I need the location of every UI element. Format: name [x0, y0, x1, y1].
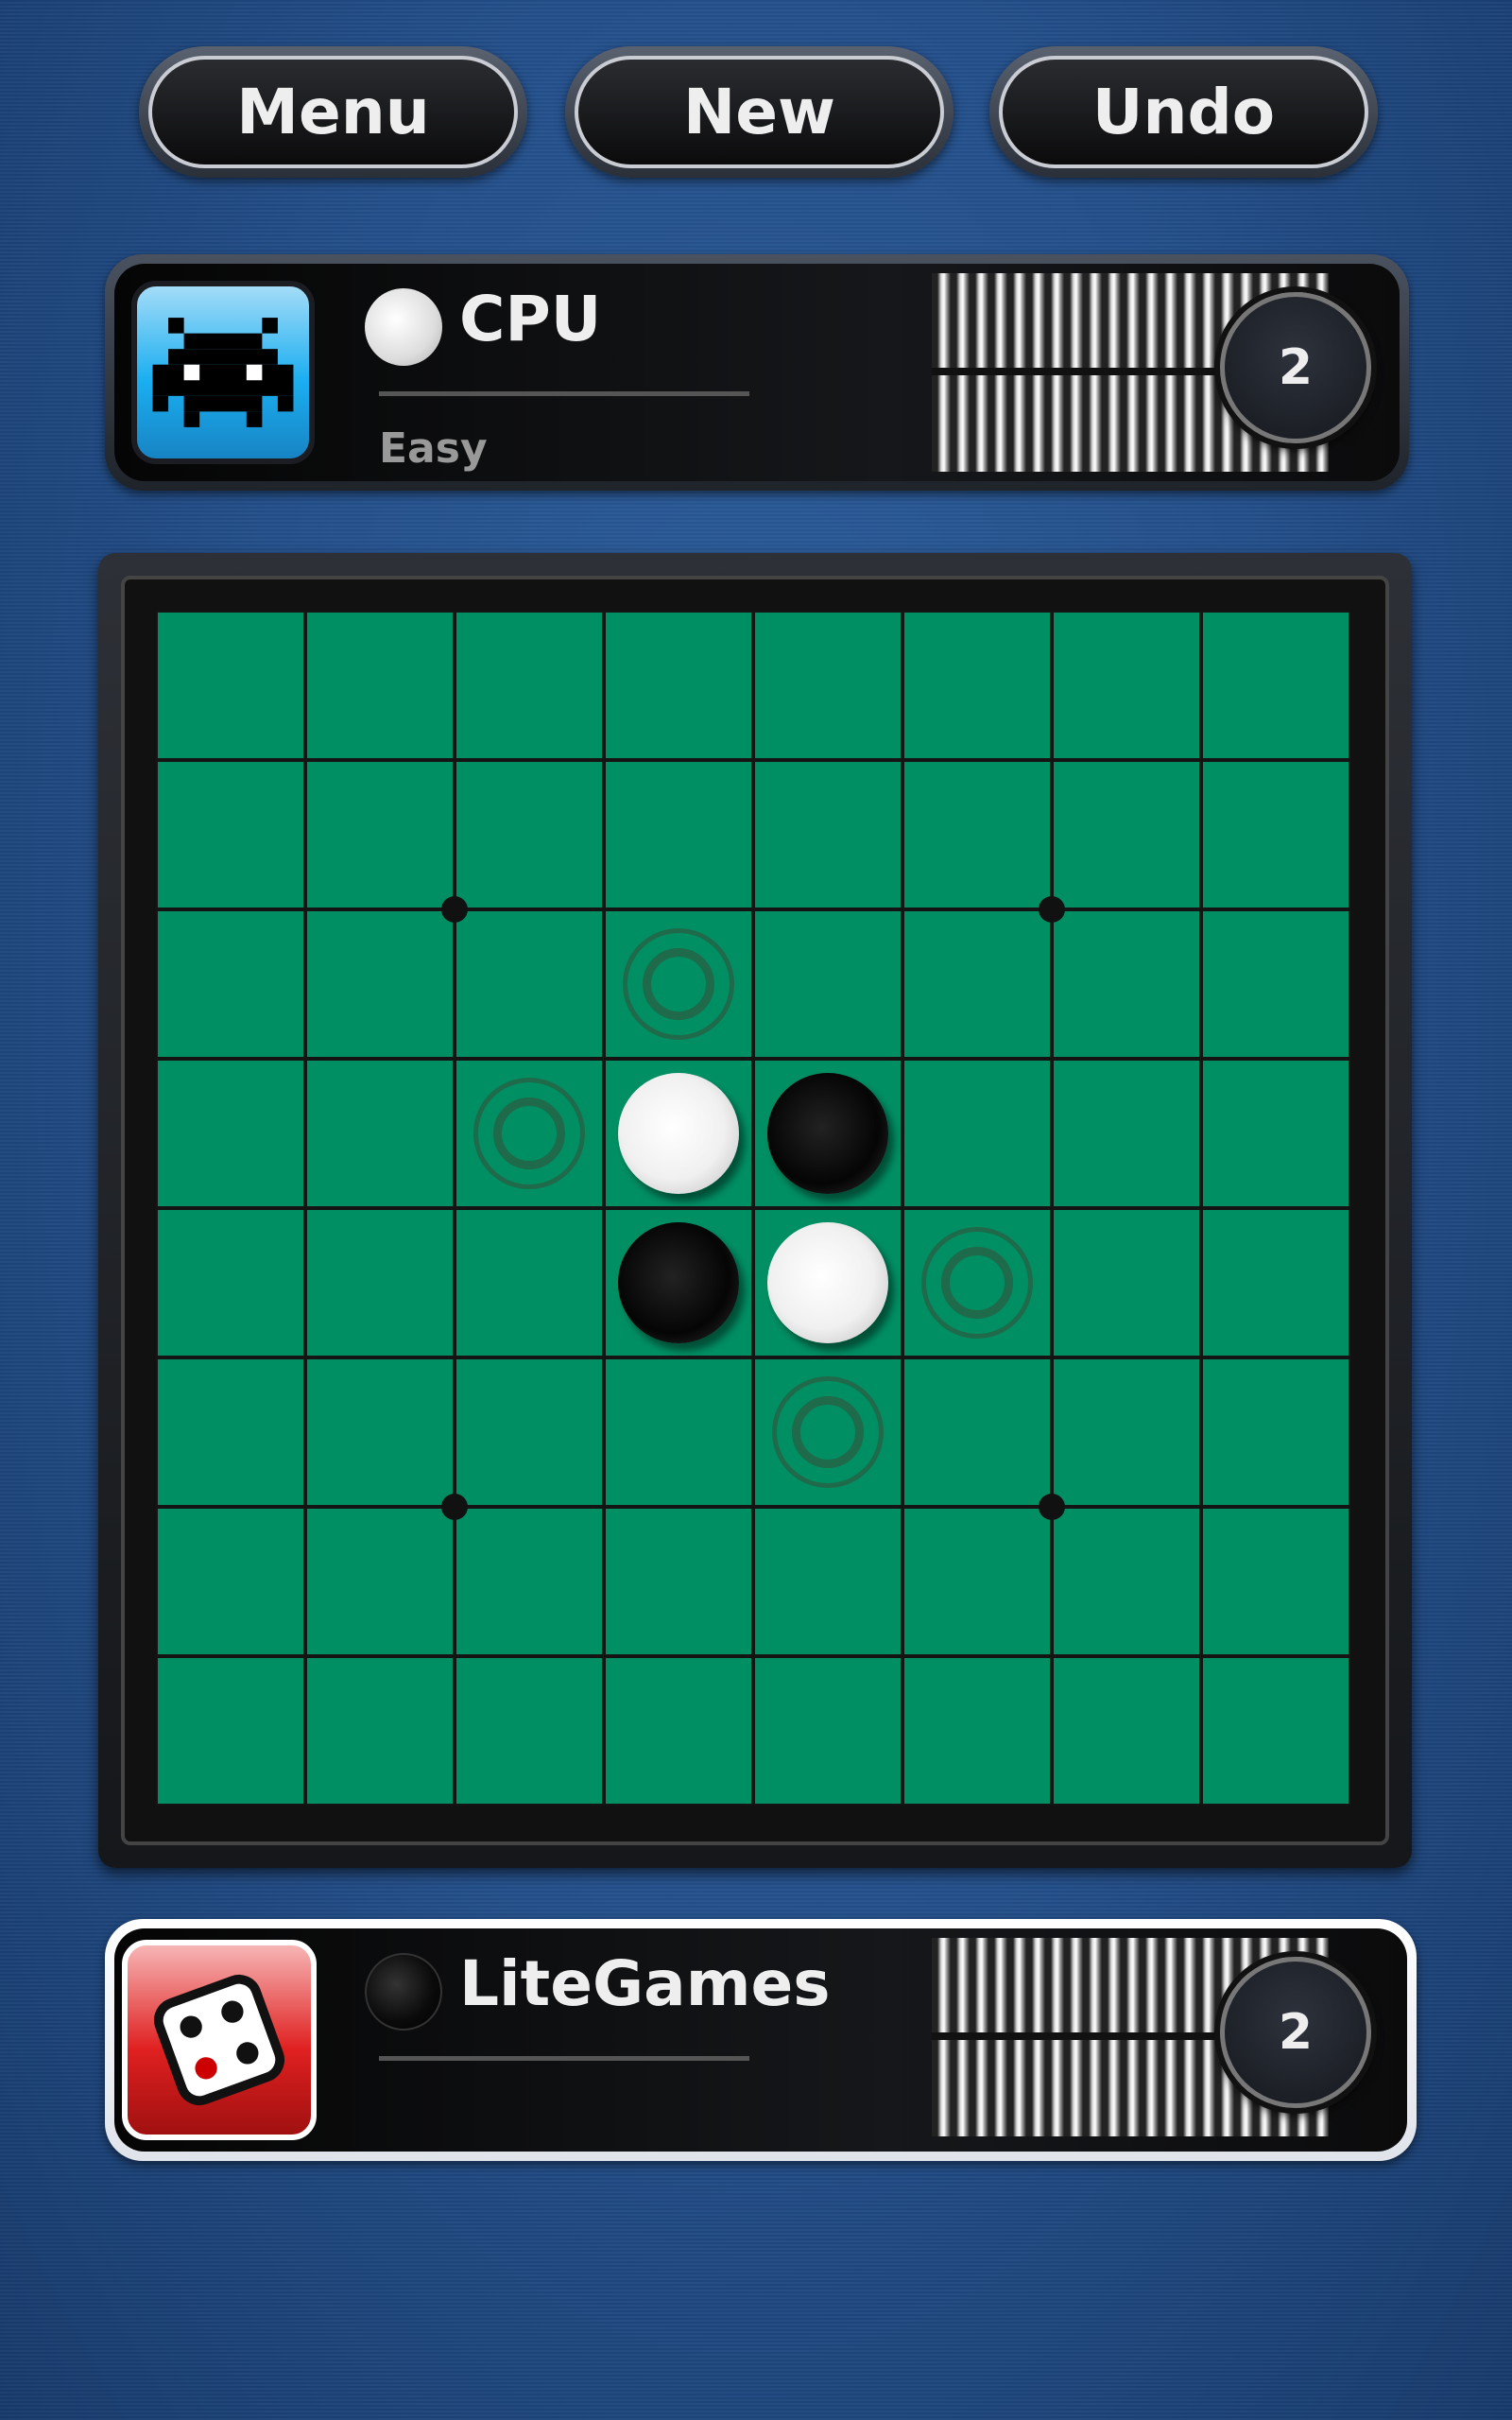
board-cell-7-7[interactable]	[1201, 1656, 1350, 1806]
undo-label: Undo	[999, 56, 1368, 168]
menu-button[interactable]: Menu	[139, 46, 527, 178]
board-grid	[151, 606, 1355, 1810]
board-cell-0-7[interactable]	[1201, 611, 1350, 760]
board-cell-3-6[interactable]	[1052, 1059, 1201, 1208]
menu-label: Menu	[148, 56, 518, 168]
black-piece	[618, 1222, 739, 1343]
board-cell-0-0[interactable]	[156, 611, 305, 760]
board-cell-4-7[interactable]	[1201, 1208, 1350, 1357]
board-cell-3-2[interactable]	[455, 1059, 604, 1208]
board-cell-4-6[interactable]	[1052, 1208, 1201, 1357]
star-point	[1039, 896, 1065, 923]
opponent-panel: CPU Easy 2	[105, 254, 1409, 491]
board-cell-7-6[interactable]	[1052, 1656, 1201, 1806]
board-cell-5-2[interactable]	[455, 1357, 604, 1507]
board-cell-0-3[interactable]	[604, 611, 753, 760]
board-cell-1-6[interactable]	[1052, 760, 1201, 909]
undo-button[interactable]: Undo	[989, 46, 1378, 178]
board-cell-0-2[interactable]	[455, 611, 604, 760]
board-cell-0-6[interactable]	[1052, 611, 1201, 760]
valid-move-hint-icon[interactable]	[772, 1376, 884, 1488]
valid-move-hint-icon[interactable]	[921, 1227, 1033, 1339]
dice-icon	[122, 1940, 317, 2140]
opponent-score: 2	[1220, 292, 1371, 443]
board-cell-1-7[interactable]	[1201, 760, 1350, 909]
board-cell-3-0[interactable]	[156, 1059, 305, 1208]
board-cell-2-0[interactable]	[156, 909, 305, 1059]
board-cell-2-4[interactable]	[753, 909, 902, 1059]
space-invader-icon	[131, 281, 315, 464]
valid-move-hint-icon[interactable]	[623, 928, 734, 1040]
board-cell-5-1[interactable]	[305, 1357, 455, 1507]
board-cell-0-5[interactable]	[902, 611, 1052, 760]
star-point	[441, 896, 468, 923]
star-point	[1039, 1494, 1065, 1520]
white-piece	[767, 1222, 888, 1343]
board-cell-6-5[interactable]	[902, 1507, 1052, 1656]
board-cell-4-5[interactable]	[902, 1208, 1052, 1357]
board-cell-2-3[interactable]	[604, 909, 753, 1059]
valid-move-hint-icon[interactable]	[473, 1078, 585, 1189]
board-cell-3-1[interactable]	[305, 1059, 455, 1208]
board-cell-1-4[interactable]	[753, 760, 902, 909]
board-cell-7-0[interactable]	[156, 1656, 305, 1806]
divider	[379, 391, 749, 396]
board-cell-5-7[interactable]	[1201, 1357, 1350, 1507]
board-cell-1-1[interactable]	[305, 760, 455, 909]
difficulty-label: Easy	[379, 424, 488, 473]
board-cell-2-7[interactable]	[1201, 909, 1350, 1059]
board-cell-2-2[interactable]	[455, 909, 604, 1059]
star-point	[441, 1494, 468, 1520]
board-cell-5-0[interactable]	[156, 1357, 305, 1507]
board-cell-6-1[interactable]	[305, 1507, 455, 1656]
board-cell-6-3[interactable]	[604, 1507, 753, 1656]
white-disc-icon	[365, 288, 442, 366]
board-cell-1-2[interactable]	[455, 760, 604, 909]
board-cell-4-4[interactable]	[753, 1208, 902, 1357]
board-cell-6-0[interactable]	[156, 1507, 305, 1656]
board-cell-1-5[interactable]	[902, 760, 1052, 909]
player-name: LiteGames	[459, 1947, 831, 2020]
board-cell-5-5[interactable]	[902, 1357, 1052, 1507]
board-cell-6-7[interactable]	[1201, 1507, 1350, 1656]
player-panel: LiteGames 2	[105, 1919, 1417, 2161]
game-board	[98, 553, 1412, 1868]
board-cell-7-4[interactable]	[753, 1656, 902, 1806]
board-cell-7-1[interactable]	[305, 1656, 455, 1806]
board-cell-3-3[interactable]	[604, 1059, 753, 1208]
board-cell-5-3[interactable]	[604, 1357, 753, 1507]
board-cell-4-0[interactable]	[156, 1208, 305, 1357]
new-label: New	[575, 56, 944, 168]
board-cell-3-4[interactable]	[753, 1059, 902, 1208]
white-piece	[618, 1073, 739, 1194]
board-cell-7-2[interactable]	[455, 1656, 604, 1806]
board-cell-7-5[interactable]	[902, 1656, 1052, 1806]
board-cell-3-7[interactable]	[1201, 1059, 1350, 1208]
player-score: 2	[1220, 1957, 1371, 2108]
board-cell-4-3[interactable]	[604, 1208, 753, 1357]
board-cell-1-0[interactable]	[156, 760, 305, 909]
board-cell-0-4[interactable]	[753, 611, 902, 760]
board-cell-5-6[interactable]	[1052, 1357, 1201, 1507]
board-cell-6-6[interactable]	[1052, 1507, 1201, 1656]
board-cell-0-1[interactable]	[305, 611, 455, 760]
opponent-name: CPU	[459, 283, 602, 355]
board-cell-6-4[interactable]	[753, 1507, 902, 1656]
board-cell-2-1[interactable]	[305, 909, 455, 1059]
board-cell-6-2[interactable]	[455, 1507, 604, 1656]
board-cell-7-3[interactable]	[604, 1656, 753, 1806]
black-disc-icon	[365, 1953, 442, 2031]
board-cell-5-4[interactable]	[753, 1357, 902, 1507]
board-cell-2-5[interactable]	[902, 909, 1052, 1059]
black-piece	[767, 1073, 888, 1194]
new-game-button[interactable]: New	[565, 46, 954, 178]
board-cell-4-1[interactable]	[305, 1208, 455, 1357]
divider	[379, 2056, 749, 2061]
board-cell-2-6[interactable]	[1052, 909, 1201, 1059]
board-cell-1-3[interactable]	[604, 760, 753, 909]
board-cell-3-5[interactable]	[902, 1059, 1052, 1208]
board-cell-4-2[interactable]	[455, 1208, 604, 1357]
